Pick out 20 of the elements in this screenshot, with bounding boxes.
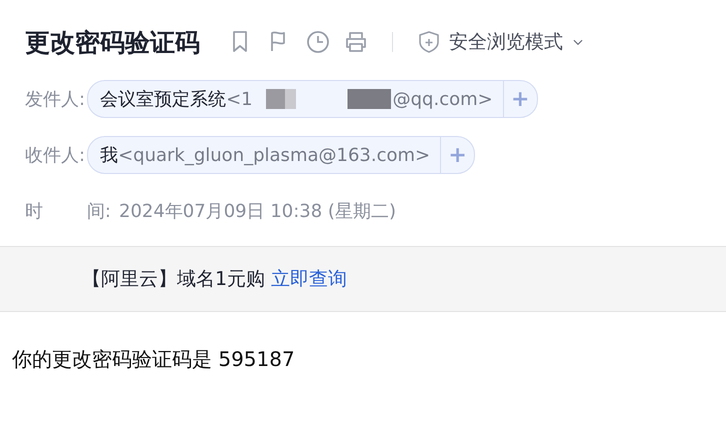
clock-icon[interactable] [306,30,330,54]
print-icon[interactable] [344,30,368,54]
field-label: 间: [86,200,111,223]
email-body: 你的更改密码验证码是 595187 [11,346,296,373]
ad-link[interactable]: 立即查询 [271,266,348,292]
contact-name: 会议室预定系统 [100,88,226,111]
email-subject: 更改密码验证码 [25,26,200,58]
field-label: 时 [25,200,43,223]
ad-text: 【阿里云】域名1元购 [82,267,266,292]
shield-plus-icon [417,30,441,54]
field-label: 收件人: [25,144,86,167]
email-address: @qq.com> [392,88,493,110]
contact-chip[interactable]: 我<quark_gluon_plasma@163.com> + [87,136,476,174]
safe-mode-button[interactable]: 安全浏览模式 [417,29,585,55]
contact-chip[interactable]: 会议室预定系统<1 @qq.com> + [87,80,538,118]
email-address: <1 [226,88,253,110]
email-address: <quark_gluon_plasma@163.com> [118,144,430,166]
sent-time: 2024年07月09日 10:38 (星期二) [119,200,396,223]
contact-name: 我 [100,144,118,167]
field-label: 发件人: [25,88,86,111]
